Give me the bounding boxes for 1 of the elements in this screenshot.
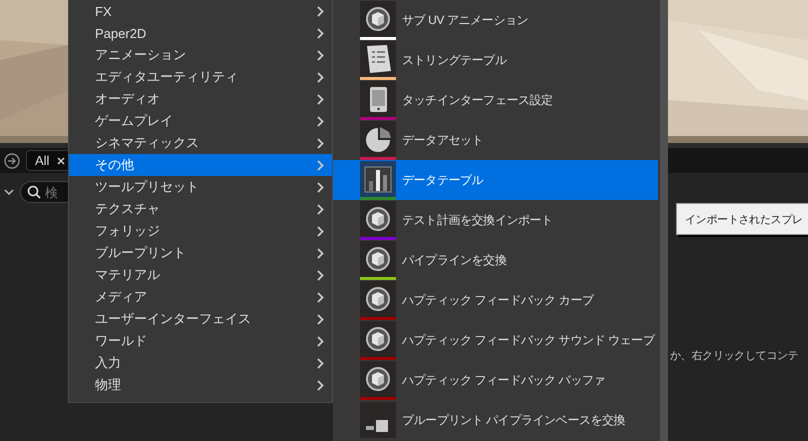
hint-text: か、右クリックしてコンテ: [670, 349, 798, 363]
